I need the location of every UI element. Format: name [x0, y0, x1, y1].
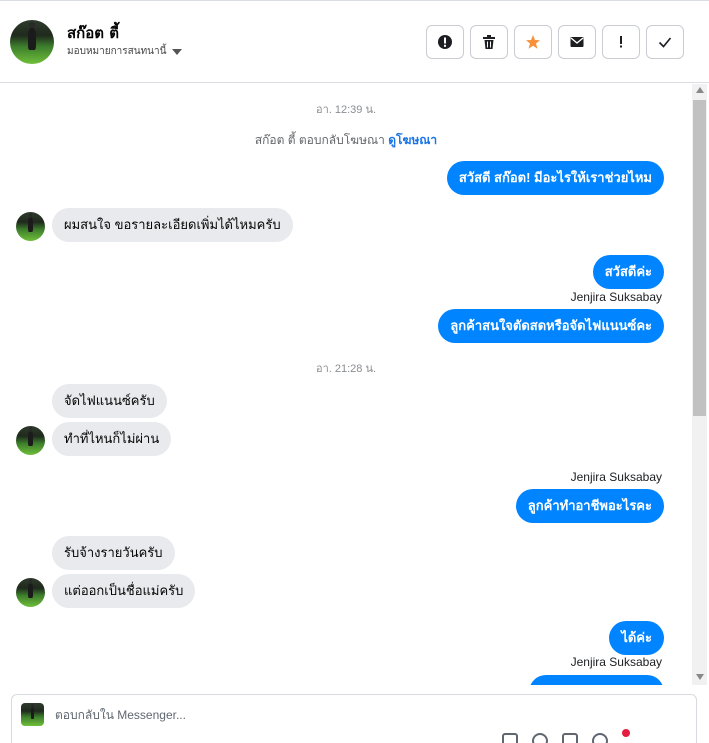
- outgoing-message-partial[interactable]: [529, 675, 664, 685]
- message-thread[interactable]: อา. 12:39 น. สก๊อต ตี้ ตอบกลับโฆษณา ดูโฆ…: [0, 84, 692, 685]
- scroll-up-arrow-icon[interactable]: [696, 87, 704, 93]
- page-avatar: [21, 703, 44, 726]
- reply-composer: [11, 694, 697, 743]
- incoming-message[interactable]: ผมสนใจ ขอรายละเอียดเพิ่มได้ไหมครับ: [52, 208, 293, 242]
- view-ad-link[interactable]: ดูโฆษณา: [388, 133, 437, 147]
- contact-avatar[interactable]: [10, 20, 54, 64]
- outgoing-message[interactable]: ได้ค่ะ: [609, 621, 664, 655]
- exclamation-icon: [620, 36, 622, 48]
- emoji-icon[interactable]: [532, 733, 548, 743]
- sender-name: Jenjira Suksabay: [570, 290, 662, 304]
- contact-name[interactable]: สก๊อต ตี้: [67, 21, 119, 45]
- sender-name: Jenjira Suksabay: [570, 470, 662, 484]
- exclamation-circle-icon: [438, 35, 452, 49]
- contact-avatar-small[interactable]: [16, 426, 45, 455]
- delete-button[interactable]: [470, 25, 508, 59]
- incoming-message[interactable]: รับจ้างรายวันครับ: [52, 536, 175, 570]
- gif-icon[interactable]: [592, 733, 608, 743]
- incoming-message[interactable]: จัดไฟแนนซ์ครับ: [52, 384, 167, 418]
- mark-unread-button[interactable]: [558, 25, 596, 59]
- outgoing-message[interactable]: ลูกค้าทำอาชีพอะไรคะ: [515, 489, 664, 523]
- incoming-message[interactable]: ทำที่ไหนก็ไม่ผ่าน: [52, 422, 172, 456]
- outgoing-message[interactable]: สวัสดีค่ะ: [592, 255, 664, 289]
- contact-avatar-small[interactable]: [16, 578, 45, 607]
- attachment-icon[interactable]: [502, 733, 518, 743]
- conversation-actions: [426, 25, 684, 59]
- reply-input[interactable]: [55, 705, 615, 725]
- timestamp: อา. 12:39 น.: [315, 104, 377, 116]
- trash-icon: [483, 35, 495, 49]
- assign-conversation-dropdown[interactable]: มอบหมายการสนทนานี้: [67, 44, 183, 59]
- notification-dot-icon: [622, 729, 630, 737]
- check-icon: [658, 37, 672, 48]
- outgoing-message[interactable]: ลูกค้าสนใจตัดสดหรือจัดไฟแนนซ์คะ: [438, 309, 664, 343]
- ad-reply-notice: สก๊อต ตี้ ตอบกลับโฆษณา ดูโฆษณา: [0, 131, 692, 150]
- composer-tools: [502, 729, 630, 743]
- envelope-icon: [570, 37, 584, 47]
- assign-label: มอบหมายการสนทนานี้: [67, 46, 167, 57]
- timestamp: อา. 21:28 น.: [315, 363, 377, 375]
- outgoing-message[interactable]: สวัสดี สก๊อต! มีอะไรให้เราช่วยไหม: [446, 161, 664, 195]
- done-button[interactable]: [646, 25, 684, 59]
- thread-scrollbar[interactable]: [692, 84, 707, 685]
- star-button[interactable]: [514, 25, 552, 59]
- scroll-down-arrow-icon[interactable]: [696, 674, 704, 680]
- star-icon: [526, 35, 540, 49]
- incoming-message[interactable]: แต่ออกเป็นชื่อแม่ครับ: [52, 574, 196, 608]
- follow-up-button[interactable]: [602, 25, 640, 59]
- report-button[interactable]: [426, 25, 464, 59]
- image-icon[interactable]: [562, 733, 578, 743]
- ad-reply-text: สก๊อต ตี้ ตอบกลับโฆษณา: [254, 133, 385, 147]
- sender-name: Jenjira Suksabay: [570, 655, 662, 669]
- contact-avatar-small[interactable]: [16, 212, 45, 241]
- caret-down-icon: [172, 48, 183, 55]
- scroll-thumb[interactable]: [693, 100, 706, 416]
- conversation-header: สก๊อต ตี้ มอบหมายการสนทนานี้: [0, 0, 709, 83]
